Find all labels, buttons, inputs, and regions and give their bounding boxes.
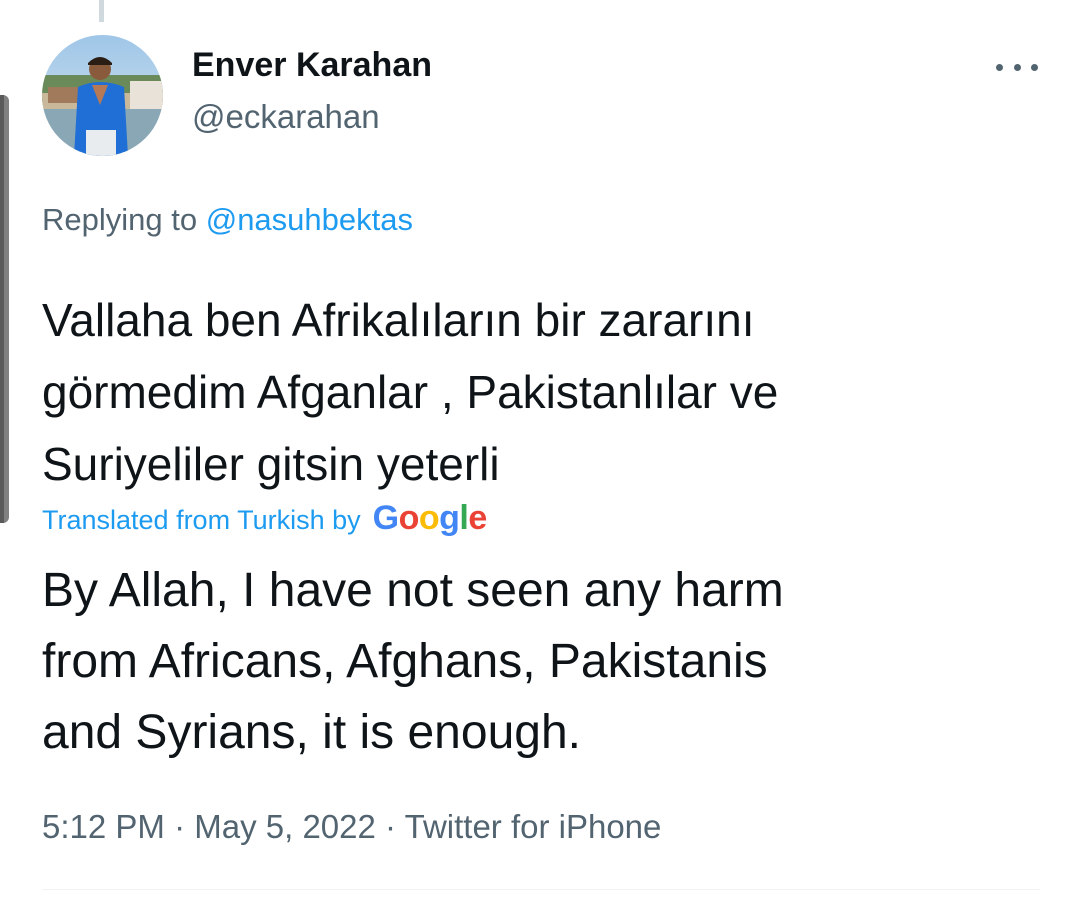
thread-connector-line	[99, 0, 104, 22]
google-logo: Google	[372, 499, 488, 537]
more-options-icon[interactable]	[996, 52, 1038, 82]
translation-attribution[interactable]: Translated from Turkish by Google	[42, 499, 487, 538]
tweet-text-line: Suriyeliler gitsin yeterli	[42, 438, 500, 490]
author-handle[interactable]: @eckarahan	[192, 98, 380, 136]
author-display-name[interactable]: Enver Karahan	[192, 46, 432, 85]
translated-text: By Allah, I have not seen any harm from …	[42, 555, 1032, 768]
tweet-source-link[interactable]: Twitter for iPhone	[405, 808, 662, 845]
replying-to-line: Replying to @nasuhbektas	[42, 202, 413, 238]
tweet-text: Vallaha ben Afrikalıların bir zararını g…	[42, 284, 1032, 500]
translated-text-line: By Allah, I have not seen any harm	[42, 564, 784, 617]
tweet-text-line: Vallaha ben Afrikalıların bir zararını	[42, 294, 755, 346]
profile-photo-icon	[42, 35, 163, 156]
translated-from-label: Translated from Turkish by	[42, 505, 361, 535]
replying-to-label: Replying to	[42, 202, 198, 237]
dot	[996, 63, 1003, 71]
separator-dot: ·	[174, 808, 195, 845]
translated-text-line: from Africans, Afghans, Pakistanis	[42, 635, 768, 688]
avatar[interactable]	[42, 35, 163, 156]
separator-dot: ·	[385, 808, 405, 845]
translated-text-line: and Syrians, it is enough.	[42, 706, 581, 759]
reply-mention-link[interactable]: @nasuhbektas	[206, 202, 413, 237]
scrollbar[interactable]	[0, 95, 9, 523]
dot	[1013, 63, 1021, 71]
tweet-time-link[interactable]: 5:12 PM	[42, 808, 165, 845]
tweet-text-line: görmedim Afganlar , Pakistanlılar ve	[42, 366, 779, 418]
tweet-metadata: 5:12 PM · May 5, 2022 · Twitter for iPho…	[42, 808, 661, 846]
dot	[1031, 63, 1038, 71]
divider	[42, 889, 1040, 890]
tweet-date-link[interactable]: May 5, 2022	[194, 808, 376, 845]
